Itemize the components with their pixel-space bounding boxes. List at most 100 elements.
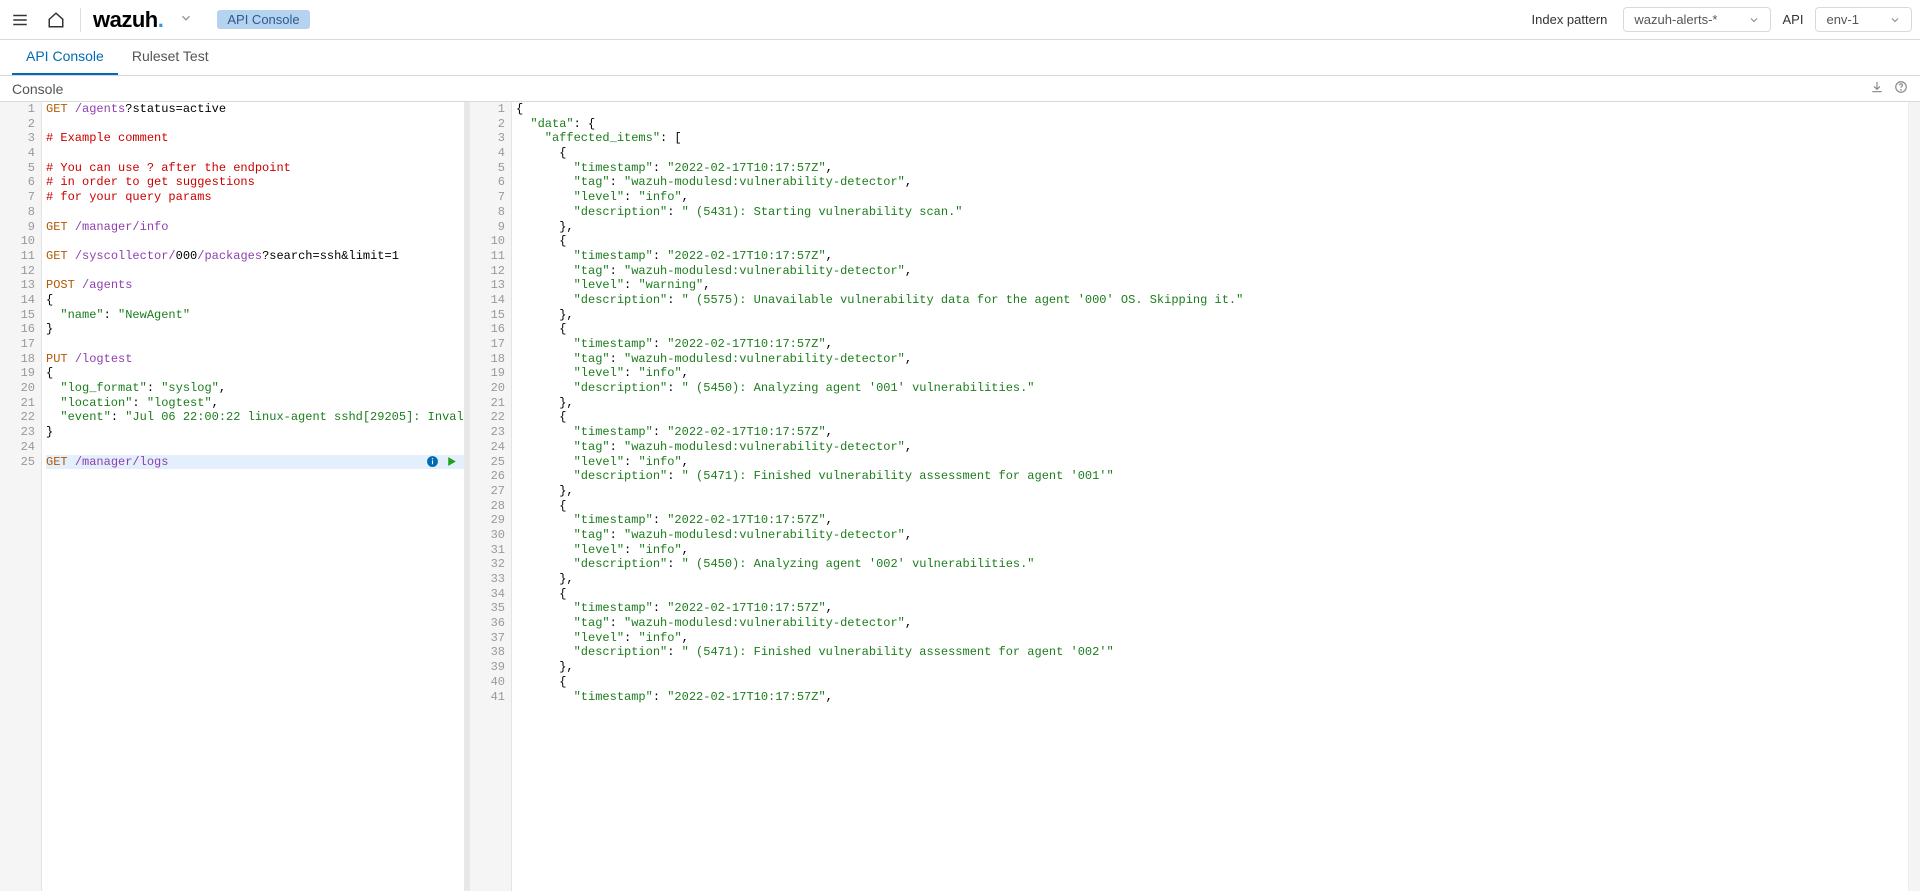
code-line[interactable]: "level": "info", xyxy=(516,366,1920,381)
tab-ruleset-test[interactable]: Ruleset Test xyxy=(118,40,223,75)
help-button[interactable] xyxy=(1894,80,1908,97)
code-line[interactable]: "data": { xyxy=(516,117,1920,132)
top-bar-left: wazuh. API Console xyxy=(8,7,1532,33)
index-pattern-select[interactable]: wazuh-alerts-* xyxy=(1623,7,1770,32)
code-line[interactable]: "tag": "wazuh-modulesd:vulnerability-det… xyxy=(516,175,1920,190)
export-button[interactable] xyxy=(1870,80,1884,97)
code-line[interactable]: "level": "info", xyxy=(516,631,1920,646)
code-line[interactable]: { xyxy=(516,410,1920,425)
code-line[interactable]: "timestamp": "2022-02-17T10:17:57Z", xyxy=(516,161,1920,176)
code-line[interactable] xyxy=(46,117,464,132)
code-line[interactable]: "tag": "wazuh-modulesd:vulnerability-det… xyxy=(516,616,1920,631)
code-line[interactable]: }, xyxy=(516,484,1920,499)
code-line[interactable]: { xyxy=(516,322,1920,337)
code-line[interactable] xyxy=(46,146,464,161)
code-line[interactable]: { xyxy=(516,499,1920,514)
code-line[interactable]: POST /agents xyxy=(46,278,464,293)
index-pattern-value: wazuh-alerts-* xyxy=(1634,12,1717,27)
code-line[interactable]: "level": "warning", xyxy=(516,278,1920,293)
code-line[interactable]: { xyxy=(516,587,1920,602)
tab-bar: API ConsoleRuleset Test xyxy=(0,40,1920,76)
code-line[interactable]: }, xyxy=(516,660,1920,675)
code-line[interactable]: }, xyxy=(516,396,1920,411)
code-line[interactable]: "description": " (5575): Unavailable vul… xyxy=(516,293,1920,308)
response-editor[interactable]: 1▾2▾3▾4▾5678910▾111213141516▾17181920212… xyxy=(470,102,1920,891)
code-line[interactable]: "timestamp": "2022-02-17T10:17:57Z", xyxy=(516,249,1920,264)
response-gutter: 1▾2▾3▾4▾5678910▾111213141516▾17181920212… xyxy=(470,102,512,891)
run-icon[interactable] xyxy=(445,455,458,468)
scrollbar[interactable] xyxy=(1908,102,1920,891)
code-line[interactable]: } xyxy=(46,322,464,337)
code-line[interactable]: "name": "NewAgent" xyxy=(46,308,464,323)
breadcrumb[interactable]: API Console xyxy=(217,10,309,29)
code-line[interactable]: { xyxy=(46,293,464,308)
code-line[interactable]: { xyxy=(516,146,1920,161)
app-logo[interactable]: wazuh. xyxy=(93,7,163,33)
code-line[interactable]: "tag": "wazuh-modulesd:vulnerability-det… xyxy=(516,528,1920,543)
code-line[interactable]: GET /syscollector/000/packages?search=ss… xyxy=(46,249,464,264)
code-line[interactable]: # Example comment xyxy=(46,131,464,146)
code-line[interactable] xyxy=(46,440,464,455)
code-line[interactable]: "event": "Jul 06 22:00:22 linux-agent ss… xyxy=(46,410,464,425)
code-line[interactable]: "tag": "wazuh-modulesd:vulnerability-det… xyxy=(516,352,1920,367)
home-icon xyxy=(47,11,65,29)
chevron-down-icon xyxy=(1748,14,1760,26)
code-line[interactable]: "timestamp": "2022-02-17T10:17:57Z", xyxy=(516,513,1920,528)
code-line[interactable]: "location": "logtest", xyxy=(46,396,464,411)
code-line[interactable]: "timestamp": "2022-02-17T10:17:57Z", xyxy=(516,425,1920,440)
menu-button[interactable] xyxy=(8,8,32,32)
code-line[interactable]: "log_format": "syslog", xyxy=(46,381,464,396)
console-header: Console xyxy=(0,76,1920,101)
response-code[interactable]: { "data": { "affected_items": [ { "times… xyxy=(512,102,1920,891)
code-line[interactable]: } xyxy=(46,425,464,440)
line-actions xyxy=(426,455,458,468)
code-line[interactable] xyxy=(46,234,464,249)
code-line[interactable]: "tag": "wazuh-modulesd:vulnerability-det… xyxy=(516,264,1920,279)
download-icon xyxy=(1870,80,1884,94)
api-value: env-1 xyxy=(1826,12,1859,27)
tab-api-console[interactable]: API Console xyxy=(12,40,118,75)
code-line[interactable]: "description": " (5450): Analyzing agent… xyxy=(516,557,1920,572)
code-line[interactable]: { xyxy=(516,102,1920,117)
logo-dot: . xyxy=(158,7,164,33)
code-line[interactable]: }, xyxy=(516,308,1920,323)
request-code[interactable]: GET /agents?status=active # Example comme… xyxy=(42,102,464,891)
code-line[interactable]: # for your query params xyxy=(46,190,464,205)
code-line[interactable]: "level": "info", xyxy=(516,190,1920,205)
console-header-actions xyxy=(1870,80,1908,97)
code-line[interactable]: "description": " (5471): Finished vulner… xyxy=(516,645,1920,660)
chevron-down-icon xyxy=(1889,14,1901,26)
code-line[interactable]: "affected_items": [ xyxy=(516,131,1920,146)
editor-split: 1234567891011121314▾1516171819▾202122232… xyxy=(0,101,1920,891)
request-editor[interactable]: 1234567891011121314▾1516171819▾202122232… xyxy=(0,102,470,891)
code-line[interactable]: "tag": "wazuh-modulesd:vulnerability-det… xyxy=(516,440,1920,455)
code-line[interactable] xyxy=(46,264,464,279)
code-line[interactable] xyxy=(46,337,464,352)
code-line[interactable]: }, xyxy=(516,220,1920,235)
code-line[interactable]: "timestamp": "2022-02-17T10:17:57Z", xyxy=(516,337,1920,352)
code-line[interactable]: "description": " (5431): Starting vulner… xyxy=(516,205,1920,220)
info-icon[interactable] xyxy=(426,455,439,468)
code-line[interactable]: GET /manager/info xyxy=(46,220,464,235)
code-line[interactable]: "description": " (5450): Analyzing agent… xyxy=(516,381,1920,396)
logo-text: wazuh xyxy=(93,7,158,33)
api-label: API xyxy=(1783,12,1804,27)
code-line[interactable]: # You can use ? after the endpoint xyxy=(46,161,464,176)
code-line[interactable]: "timestamp": "2022-02-17T10:17:57Z", xyxy=(516,690,1920,705)
code-line[interactable]: GET /manager/logs xyxy=(46,455,464,470)
code-line[interactable]: "timestamp": "2022-02-17T10:17:57Z", xyxy=(516,601,1920,616)
code-line[interactable]: # in order to get suggestions xyxy=(46,175,464,190)
code-line[interactable]: "level": "info", xyxy=(516,543,1920,558)
code-line[interactable]: { xyxy=(516,234,1920,249)
code-line[interactable]: "description": " (5471): Finished vulner… xyxy=(516,469,1920,484)
code-line[interactable]: }, xyxy=(516,572,1920,587)
code-line[interactable]: PUT /logtest xyxy=(46,352,464,367)
chevron-down-icon[interactable] xyxy=(179,11,193,28)
code-line[interactable] xyxy=(46,205,464,220)
api-select[interactable]: env-1 xyxy=(1815,7,1912,32)
home-button[interactable] xyxy=(44,8,68,32)
code-line[interactable]: GET /agents?status=active xyxy=(46,102,464,117)
code-line[interactable]: { xyxy=(516,675,1920,690)
code-line[interactable]: "level": "info", xyxy=(516,455,1920,470)
code-line[interactable]: { xyxy=(46,366,464,381)
